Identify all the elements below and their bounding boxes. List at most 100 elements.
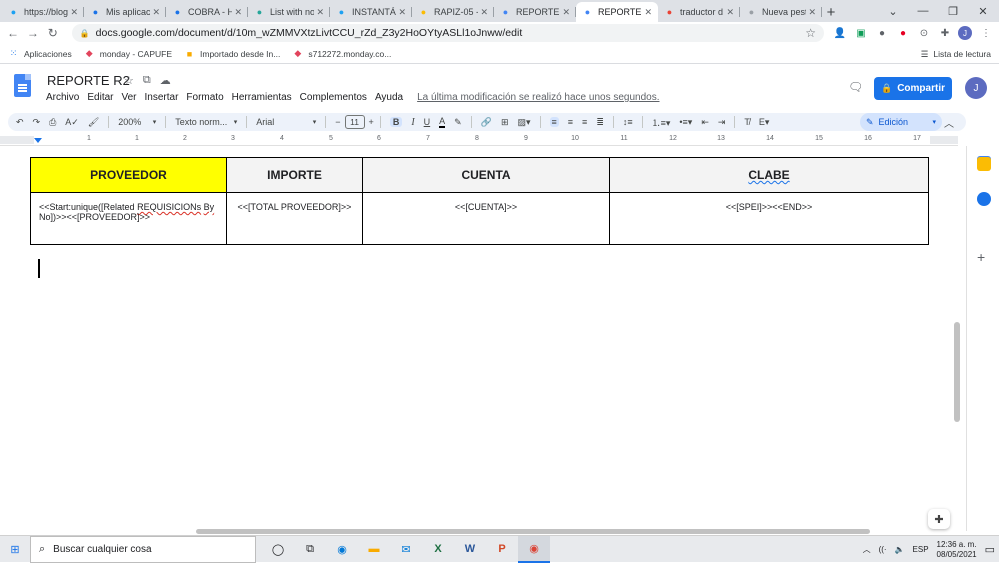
bookmark-monday-s712272[interactable]: ◆ s712272.monday.co...	[292, 48, 391, 59]
cell-clabe[interactable]: <<[SPEI]>><<END>>	[609, 192, 929, 245]
extension-lastpass-icon[interactable]: ⊙	[916, 26, 932, 40]
style-select[interactable]: Texto norm... ▾	[175, 117, 237, 127]
star-icon[interactable]: ☆	[124, 74, 134, 87]
bulleted-list-icon[interactable]: •≡▾	[679, 117, 692, 128]
mail-icon[interactable]: ✉	[390, 536, 422, 563]
notifications-icon[interactable]: ▭	[985, 543, 995, 556]
browser-tab[interactable]: ● REPORTE R✕	[494, 2, 576, 22]
close-tab-icon[interactable]: ✕	[70, 7, 78, 18]
extension-cup-icon[interactable]: ▣	[853, 26, 869, 40]
indent-marker[interactable]	[34, 138, 42, 143]
tasks-icon[interactable]	[977, 192, 991, 206]
align-left-icon[interactable]: ≡	[549, 117, 559, 127]
menu-ayuda[interactable]: Ayuda	[375, 92, 403, 103]
bookmark-star-icon[interactable]: ☆	[805, 26, 816, 40]
font-size-input[interactable]: 11	[344, 115, 365, 129]
browser-tab[interactable]: ● RAPIZ-05 - ✕	[412, 2, 494, 22]
close-tab-icon[interactable]: ✕	[808, 7, 816, 18]
header-proveedor[interactable]: PROVEEDOR	[30, 157, 227, 193]
header-importe[interactable]: IMPORTE	[226, 157, 363, 193]
profile-avatar[interactable]: J	[957, 26, 972, 40]
word-icon[interactable]: W	[454, 536, 486, 563]
last-edit-link[interactable]: La última modificación se realizó hace u…	[417, 92, 659, 103]
spellcheck-icon[interactable]: A✓	[65, 117, 79, 128]
highlight-icon[interactable]: ✎	[454, 117, 462, 128]
close-tab-icon[interactable]: ✕	[726, 7, 734, 18]
share-button[interactable]: 🔒 Compartir	[874, 77, 952, 100]
align-justify-icon[interactable]: ≣	[596, 117, 604, 128]
document-title[interactable]: REPORTE R2	[47, 73, 130, 88]
bookmark-monday-capufe[interactable]: ◆ monday - CAPUFE	[84, 48, 172, 59]
keep-icon[interactable]	[977, 157, 991, 171]
forward-icon[interactable]: →	[26, 26, 40, 40]
menu-insertar[interactable]: Insertar	[145, 92, 179, 103]
browser-tab[interactable]: ● REPORTE R✕	[576, 2, 658, 22]
document-page[interactable]: PROVEEDOR IMPORTE CUENTA CLABE <<Start:u…	[0, 147, 958, 527]
add-ons-icon[interactable]: +	[977, 249, 985, 265]
close-tab-icon[interactable]: ✕	[234, 7, 242, 18]
vertical-scrollbar[interactable]	[954, 322, 960, 422]
text-color-icon[interactable]: A	[439, 116, 446, 128]
extension-person-icon[interactable]: 👤	[832, 26, 848, 40]
align-center-icon[interactable]: ≡	[568, 117, 573, 127]
paint-format-icon[interactable]: 🖌	[88, 117, 99, 128]
collapse-menu-icon[interactable]: ︿	[944, 115, 954, 130]
cell-proveedor[interactable]: <<Start:unique([Related REQUISICIONs By …	[30, 192, 227, 245]
extension-pinterest-icon[interactable]: ●	[895, 26, 911, 40]
menu-complementos[interactable]: Complementos	[300, 92, 367, 103]
undo-icon[interactable]: ↶	[16, 117, 24, 128]
tab-search-icon[interactable]: ⌄	[878, 5, 908, 18]
restore-icon[interactable]: ❐	[938, 5, 968, 18]
close-tab-icon[interactable]: ✕	[562, 7, 570, 18]
numbered-list-icon[interactable]: ⒈≡▾	[652, 116, 671, 129]
print-icon[interactable]: ⎙	[49, 117, 56, 128]
horizontal-scrollbar[interactable]	[196, 529, 870, 534]
minimize-icon[interactable]: —	[908, 5, 938, 17]
reload-icon[interactable]: ↻	[46, 26, 60, 40]
cloud-saved-icon[interactable]: ☁	[160, 74, 171, 87]
increase-indent-icon[interactable]: ⇥	[718, 117, 726, 128]
browser-tab[interactable]: ● INSTANTÁN✕	[330, 2, 412, 22]
browser-tab[interactable]: ● Nueva pestaña✕	[740, 2, 822, 22]
bookmark-apps[interactable]: ⁙ Aplicaciones	[8, 48, 72, 59]
browser-tab[interactable]: ● traductor d ✕	[658, 2, 740, 22]
menu-archivo[interactable]: Archivo	[46, 92, 79, 103]
decrease-indent-icon[interactable]: ⇤	[701, 117, 709, 128]
reading-list[interactable]: ☰ Lista de lectura	[921, 44, 991, 64]
header-cuenta[interactable]: CUENTA	[362, 157, 610, 193]
editing-mode-select[interactable]: ✎ Edición ▾	[860, 113, 942, 131]
network-icon[interactable]: ((·	[879, 545, 887, 554]
cortana-icon[interactable]: ◯	[262, 536, 294, 563]
close-tab-icon[interactable]: ✕	[644, 7, 652, 18]
windows-start-icon[interactable]: ⊞	[0, 543, 30, 556]
url-input[interactable]: 🔒 docs.google.com/document/d/10m_wZMMVXt…	[71, 24, 824, 42]
italic-icon[interactable]: I	[411, 117, 414, 128]
close-tab-icon[interactable]: ✕	[152, 7, 160, 18]
back-icon[interactable]: ←	[6, 26, 20, 40]
close-tab-icon[interactable]: ✕	[398, 7, 406, 18]
chrome-icon[interactable]: ◉	[518, 535, 550, 563]
docs-logo-icon[interactable]	[14, 74, 31, 97]
new-tab-button[interactable]: +	[822, 2, 840, 22]
link-icon[interactable]: 🔗	[481, 117, 492, 128]
font-select[interactable]: Arial ▾	[256, 117, 316, 127]
menu-herramientas[interactable]: Herramientas	[232, 92, 292, 103]
menu-ver[interactable]: Ver	[121, 92, 136, 103]
redo-icon[interactable]: ↷	[33, 117, 41, 128]
chevron-up-icon[interactable]: ︿	[863, 544, 871, 555]
edge-icon[interactable]: ◉	[326, 536, 358, 563]
move-folder-icon[interactable]: ⧉	[143, 74, 151, 87]
lock-icon[interactable]: 🔒	[80, 29, 90, 38]
user-avatar[interactable]: J	[965, 77, 987, 99]
menu-formato[interactable]: Formato	[186, 92, 223, 103]
cell-importe[interactable]: <<[TOTAL PROVEEDOR]>>	[226, 192, 363, 245]
extensions-puzzle-icon[interactable]: ✚	[937, 26, 953, 40]
powerpoint-icon[interactable]: P	[486, 536, 518, 563]
menu-editar[interactable]: Editar	[87, 92, 113, 103]
file-explorer-icon[interactable]: ▬	[358, 536, 390, 563]
close-tab-icon[interactable]: ✕	[316, 7, 324, 18]
input-tools-icon[interactable]: E▾	[759, 117, 770, 128]
add-comment-icon[interactable]: ⊞	[501, 117, 509, 128]
header-clabe[interactable]: CLABE	[609, 157, 929, 193]
increase-font-button[interactable]: +	[369, 117, 374, 127]
